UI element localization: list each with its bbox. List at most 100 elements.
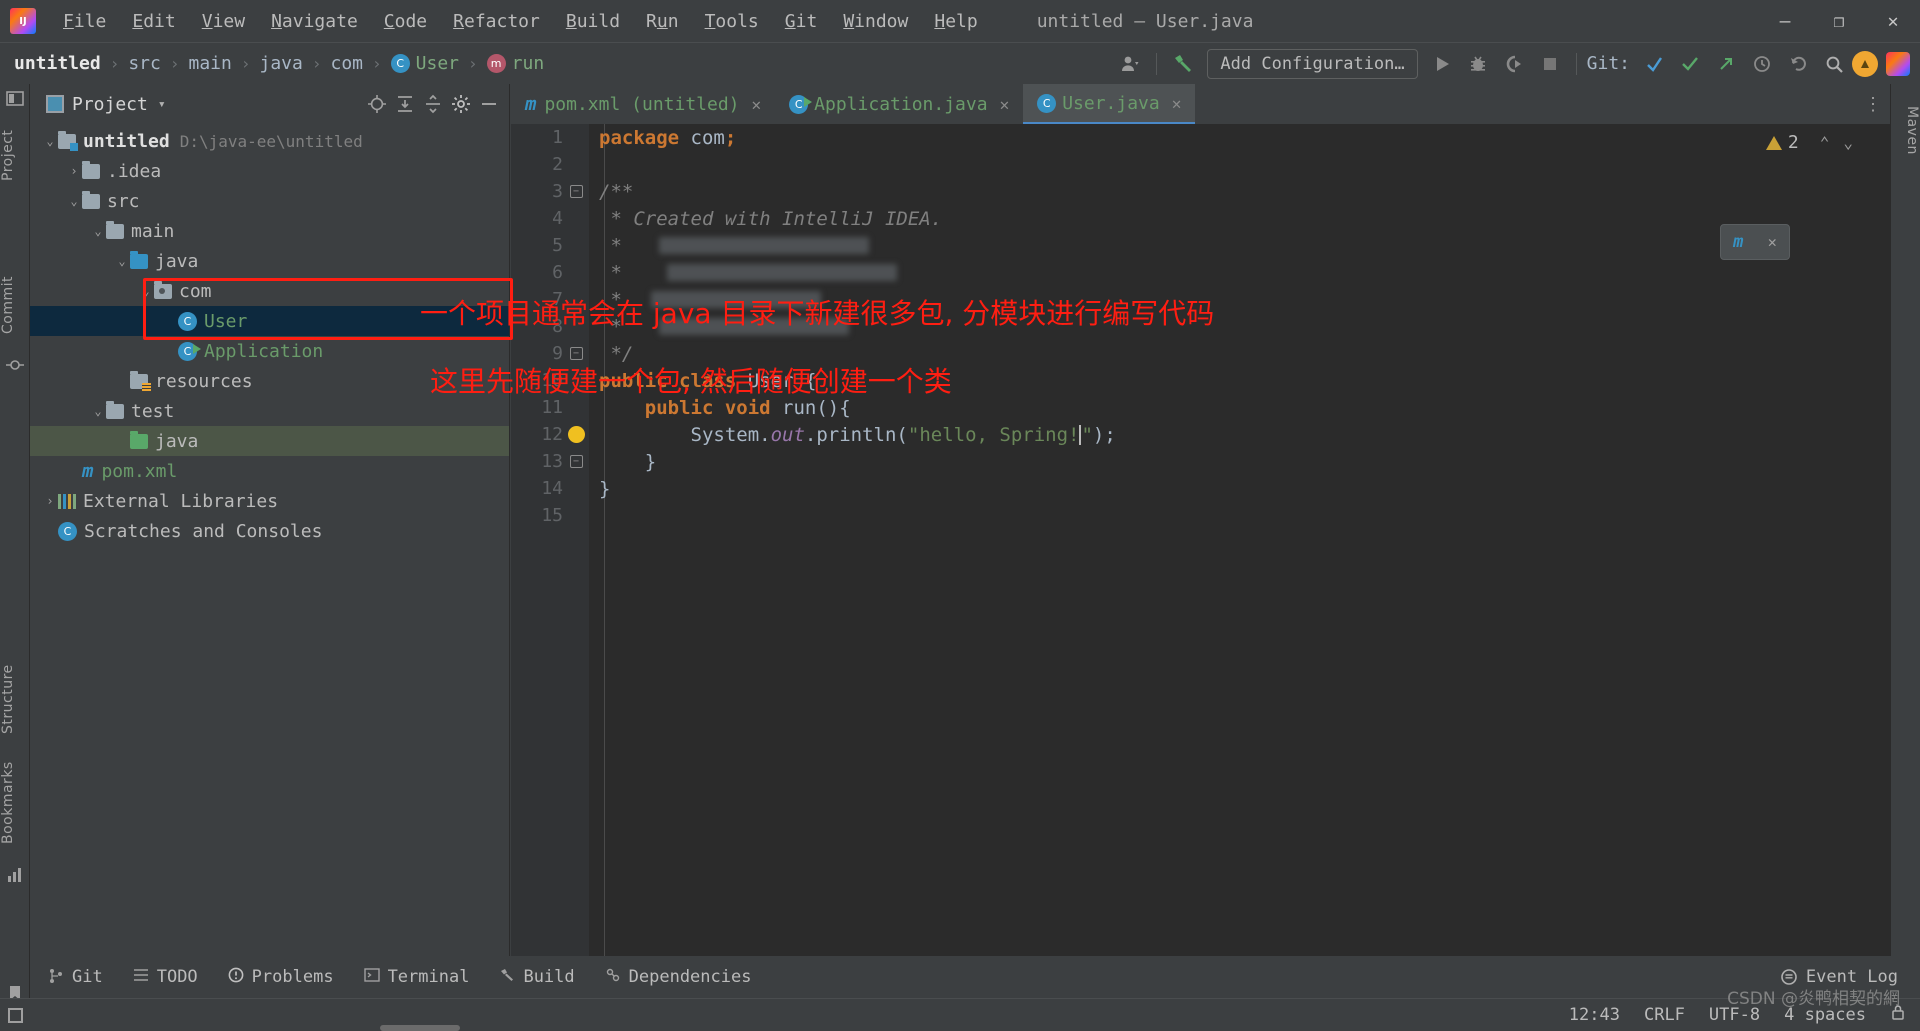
user-profile-icon[interactable] — [1115, 49, 1145, 79]
chevron-down-icon[interactable]: ⌄ — [114, 254, 130, 268]
chevron-down-icon[interactable]: ⌄ — [90, 404, 106, 418]
run-with-coverage-icon[interactable] — [1499, 49, 1529, 79]
breadcrumb-label: untitled — [14, 53, 101, 74]
tree-item-pom-xml[interactable]: m pom.xml — [30, 456, 509, 486]
editor-tab-application[interactable]: C Application.java ✕ — [775, 84, 1023, 124]
menu-item-help[interactable]: Help — [921, 7, 990, 36]
bottom-tab-todo[interactable]: TODO — [133, 967, 198, 987]
close-tab-icon[interactable]: ✕ — [1172, 94, 1182, 113]
stop-icon[interactable] — [1535, 49, 1565, 79]
tree-item--idea[interactable]: › .idea — [30, 156, 509, 186]
bottom-tab-problems[interactable]: Problems — [228, 967, 334, 987]
sidebar-item-project[interactable]: Project — [0, 110, 30, 200]
breadcrumb-item-com[interactable]: com — [331, 53, 364, 74]
maven-reload-icon[interactable]: m — [1733, 232, 1743, 252]
tree-item-untitled[interactable]: ⌄ untitled D:\java-ee\untitled — [30, 126, 509, 156]
chevron-down-icon[interactable]: ⌄ — [90, 224, 106, 238]
sidebar-item-bookmarks[interactable]: Bookmarks — [0, 744, 30, 862]
chevron-down-icon[interactable]: ⌄ — [42, 134, 58, 148]
editor-tab-user[interactable]: C User.java ✕ — [1023, 84, 1196, 124]
prev-problem-icon[interactable]: ⌃ — [1820, 133, 1830, 152]
git-update-icon[interactable] — [1639, 49, 1669, 79]
menu-item-navigate[interactable]: Navigate — [258, 7, 371, 36]
editor-tab-pom[interactable]: m pom.xml (untitled) ✕ — [511, 84, 775, 124]
collapse-all-icon[interactable] — [419, 90, 447, 118]
chevron-down-icon[interactable]: ▾ — [158, 97, 166, 112]
code-fold-icon[interactable]: − — [569, 185, 583, 198]
menu-item-edit[interactable]: Edit — [119, 7, 188, 36]
bottom-tab-build[interactable]: Build — [499, 967, 575, 987]
ide-badge-icon[interactable] — [1886, 51, 1910, 76]
tree-item-external-libraries[interactable]: › External Libraries — [30, 486, 509, 516]
locate-icon[interactable] — [363, 90, 391, 118]
next-problem-icon[interactable]: ⌄ — [1843, 133, 1853, 152]
maximize-button[interactable]: ❐ — [1812, 0, 1866, 42]
chevron-right-icon[interactable]: › — [42, 494, 58, 508]
tree-item-java[interactable]: java — [30, 426, 509, 456]
menu-item-code[interactable]: Code — [371, 7, 440, 36]
search-everywhere-icon[interactable] — [1819, 49, 1849, 79]
line-separator[interactable]: CRLF — [1644, 1005, 1685, 1025]
git-push-icon[interactable] — [1711, 49, 1741, 79]
menu-item-build[interactable]: Build — [553, 7, 633, 36]
breadcrumb-item-src[interactable]: src — [128, 53, 161, 74]
caret-position[interactable]: 12:43 — [1569, 1005, 1620, 1025]
tree-item-test[interactable]: ⌄ test — [30, 396, 509, 426]
history-icon[interactable] — [1747, 49, 1777, 79]
close-icon[interactable]: ✕ — [1768, 233, 1777, 251]
breadcrumb-item-java[interactable]: java — [260, 53, 303, 74]
intention-bulb-icon[interactable] — [567, 426, 585, 443]
menu-item-view[interactable]: View — [189, 7, 258, 36]
menu-item-refactor[interactable]: Refactor — [440, 7, 553, 36]
tree-item-src[interactable]: ⌄ src — [30, 186, 509, 216]
tree-item-scratches-and-consoles[interactable]: C Scratches and Consoles — [30, 516, 509, 546]
code-editor[interactable]: 1 package com; 2 3−/** 4 * Created with Inte… — [511, 124, 1890, 956]
code-fold-icon[interactable]: − — [569, 455, 583, 468]
undo-icon[interactable] — [1783, 49, 1813, 79]
close-tab-icon[interactable]: ✕ — [1000, 95, 1010, 114]
gutter-marker[interactable] — [563, 426, 589, 443]
inspection-widget[interactable]: 2 ⌃ ⌄ — [1765, 132, 1860, 153]
bottom-tab-git[interactable]: Git — [48, 967, 103, 988]
menu-item-run[interactable]: Run — [633, 7, 692, 36]
tree-item-main[interactable]: ⌄ main — [30, 216, 509, 246]
menu-items: File Edit View Navigate Code Refactor Build Run… — [50, 7, 991, 36]
editor-tabs-more-icon[interactable]: ⋮ — [1864, 94, 1882, 115]
close-button[interactable]: ✕ — [1866, 0, 1920, 42]
git-commit-icon[interactable] — [1675, 49, 1705, 79]
tree-item-java[interactable]: ⌄ java — [30, 246, 509, 276]
add-configuration-button[interactable]: Add Configuration… — [1207, 48, 1418, 79]
breadcrumb-item-untitled[interactable]: untitled — [14, 53, 101, 74]
debug-icon[interactable] — [1463, 49, 1493, 79]
maven-reload-popup[interactable]: m ✕ — [1720, 224, 1790, 260]
breadcrumb-item-main[interactable]: main — [189, 53, 232, 74]
avatar[interactable] — [1852, 50, 1878, 77]
menu-item-file[interactable]: File — [50, 7, 119, 36]
run-icon[interactable] — [1427, 49, 1457, 79]
chevron-down-icon[interactable]: ⌄ — [66, 194, 82, 208]
expand-all-icon[interactable] — [391, 90, 419, 118]
breadcrumb-item-user[interactable]: C User — [390, 53, 459, 74]
toggle-tool-windows-icon[interactable] — [0, 1007, 30, 1023]
chevron-right-icon[interactable]: › — [66, 164, 82, 178]
menu-item-window[interactable]: Window — [830, 7, 921, 36]
sidebar-item-structure[interactable]: Structure — [0, 644, 30, 754]
gutter-marker[interactable]: − — [563, 347, 589, 360]
menu-item-tools[interactable]: Tools — [692, 7, 772, 36]
menu-item-git[interactable]: Git — [772, 7, 831, 36]
close-tab-icon[interactable]: ✕ — [752, 95, 762, 114]
gutter-marker[interactable]: − — [563, 455, 589, 468]
sidebar-item-commit[interactable]: Commit — [0, 262, 30, 348]
breadcrumb-item-run[interactable]: m run — [486, 53, 544, 74]
chevron-down-icon[interactable]: ⌄ — [138, 284, 154, 298]
build-hammer-icon[interactable] — [1168, 49, 1198, 79]
horizontal-scrollbar[interactable] — [380, 1025, 460, 1031]
sidebar-item-maven[interactable]: Maven — [1890, 90, 1920, 170]
gutter-marker[interactable]: − — [563, 185, 589, 198]
minimize-button[interactable]: — — [1758, 0, 1812, 42]
bottom-tab-dependencies[interactable]: Dependencies — [605, 967, 751, 987]
bottom-tab-terminal[interactable]: Terminal — [363, 967, 469, 987]
settings-gear-icon[interactable] — [447, 90, 475, 118]
code-fold-icon[interactable]: − — [569, 347, 583, 360]
hide-panel-icon[interactable] — [475, 90, 503, 118]
